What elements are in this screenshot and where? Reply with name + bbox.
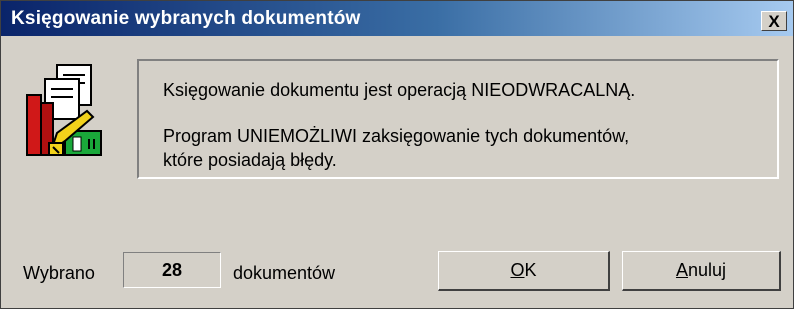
- title-bar[interactable]: Księgowanie wybranych dokumentów X: [1, 1, 793, 36]
- info-text-line2: które posiadają błędy.: [163, 150, 337, 170]
- ok-mnemonic: O: [510, 260, 525, 280]
- cancel-label: nuluj: [687, 260, 727, 280]
- close-button[interactable]: X: [761, 11, 787, 31]
- cancel-mnemonic: A: [675, 260, 688, 280]
- ok-label: K: [524, 260, 537, 280]
- books-ledger-icon: [26, 64, 102, 156]
- dialog-window: Księgowanie wybranych dokumentów X Księg…: [0, 0, 794, 309]
- close-icon: X: [768, 11, 780, 31]
- message-panel: Księgowanie dokumentu jest operacją NIEO…: [137, 59, 779, 179]
- selected-suffix: dokumentów: [233, 263, 336, 283]
- ok-button[interactable]: OK: [438, 251, 610, 291]
- window-title: Księgowanie wybranych dokumentów: [11, 8, 361, 29]
- cancel-button[interactable]: Anuluj: [622, 251, 781, 291]
- warning-text: Księgowanie dokumentu jest operacją NIEO…: [163, 80, 636, 100]
- info-text-line1: Program UNIEMOŻLIWI zaksięgowanie tych d…: [163, 126, 630, 146]
- selected-count: 28: [123, 252, 221, 288]
- selected-label: Wybrano: [23, 263, 95, 283]
